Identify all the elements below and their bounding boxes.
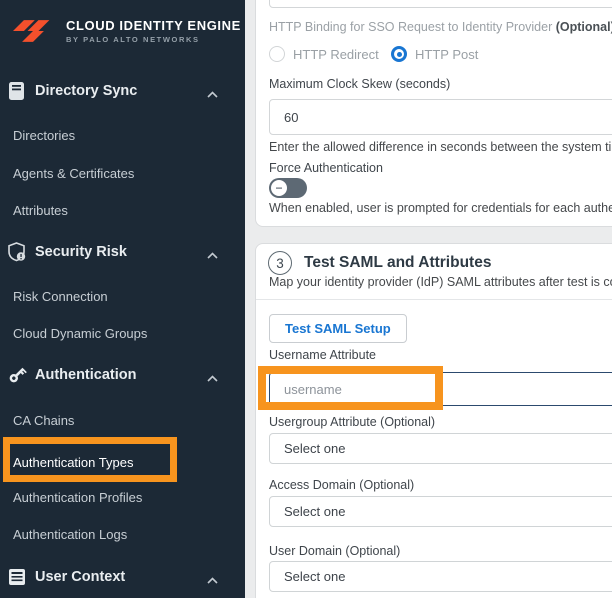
step-number-badge: 3 [268, 251, 292, 275]
user-domain-label: User Domain (Optional) [269, 544, 401, 558]
test-saml-card: 3 Test SAML and Attributes Map your iden… [255, 243, 612, 598]
radio-selected-icon[interactable] [391, 46, 407, 62]
sidebar-item-risk-connection[interactable]: Risk Connection [0, 283, 245, 309]
http-redirect-radio[interactable]: HTTP Redirect [269, 46, 379, 62]
http-post-radio[interactable]: HTTP Post [391, 46, 478, 62]
chevron-up-icon[interactable] [206, 572, 219, 590]
sidebar-item-cloud-dynamic-groups[interactable]: Cloud Dynamic Groups [0, 320, 245, 346]
toggle-off-knob-icon: − [271, 180, 287, 196]
radio-unselected-icon[interactable] [269, 46, 285, 62]
username-attribute-label: Username Attribute [269, 348, 376, 362]
sidebar-item-authentication-profiles[interactable]: Authentication Profiles [0, 484, 245, 510]
clock-skew-input[interactable] [269, 99, 612, 135]
access-domain-select[interactable]: Select one [269, 496, 612, 527]
sidebar-item-ca-chains[interactable]: CA Chains [0, 407, 245, 433]
sidebar-item-authentication-logs[interactable]: Authentication Logs [0, 521, 245, 547]
cloud-identity-engine-screen: CLOUD IDENTITY ENGINE BY PALO ALTO NETWO… [0, 0, 612, 598]
sidebar-section-authentication[interactable]: Authentication [0, 362, 245, 388]
logo-subtitle: BY PALO ALTO NETWORKS [66, 35, 200, 44]
saml-config-card: HTTP Binding for SSO Request to Identity… [255, 0, 612, 227]
section-title: Test SAML and Attributes [304, 254, 492, 271]
list-icon [6, 568, 28, 586]
force-auth-label: Force Authentication [269, 161, 383, 175]
palo-alto-logo-icon [13, 17, 53, 50]
usergroup-attribute-select[interactable]: Select one [269, 433, 612, 464]
shield-icon [6, 242, 28, 262]
section-subtitle: Map your identity provider (IdP) SAML at… [269, 275, 612, 289]
force-auth-help: When enabled, user is prompted for crede… [269, 201, 612, 215]
chevron-up-icon[interactable] [206, 247, 219, 265]
key-icon [6, 365, 28, 385]
clock-skew-help: Enter the allowed difference in seconds … [269, 140, 612, 154]
sidebar-section-user-context[interactable]: User Context [0, 564, 245, 590]
clock-skew-label: Maximum Clock Skew (seconds) [269, 77, 451, 91]
logo-title: CLOUD IDENTITY ENGINE [66, 18, 241, 33]
sidebar-section-security-risk[interactable]: Security Risk [0, 239, 245, 265]
username-attribute-input[interactable] [269, 372, 612, 406]
test-saml-setup-button[interactable]: Test SAML Setup [269, 314, 407, 343]
force-auth-toggle[interactable]: − [269, 178, 307, 198]
app-logo: CLOUD IDENTITY ENGINE BY PALO ALTO NETWO… [13, 15, 241, 61]
user-domain-select[interactable]: Select one [269, 561, 612, 592]
divider [256, 299, 612, 300]
usergroup-attribute-label: Usergroup Attribute (Optional) [269, 415, 436, 429]
sidebar-item-authentication-types[interactable]: Authentication Types [0, 449, 245, 475]
chevron-up-icon[interactable] [206, 86, 219, 104]
sidebar-item-attributes[interactable]: Attributes [0, 197, 245, 223]
sidebar-item-agents-certificates[interactable]: Agents & Certificates [0, 160, 245, 186]
chevron-up-icon[interactable] [206, 370, 219, 388]
sidebar-section-directory-sync[interactable]: Directory Sync [0, 78, 245, 104]
sidebar: CLOUD IDENTITY ENGINE BY PALO ALTO NETWO… [0, 0, 245, 598]
sidebar-item-directories[interactable]: Directories [0, 122, 245, 148]
book-icon [6, 81, 28, 101]
partial-input-top[interactable] [269, 0, 612, 8]
optional-tag: (Optional) [555, 20, 612, 34]
http-binding-label: HTTP Binding for SSO Request to Identity… [269, 20, 612, 34]
access-domain-label: Access Domain (Optional) [269, 478, 415, 492]
